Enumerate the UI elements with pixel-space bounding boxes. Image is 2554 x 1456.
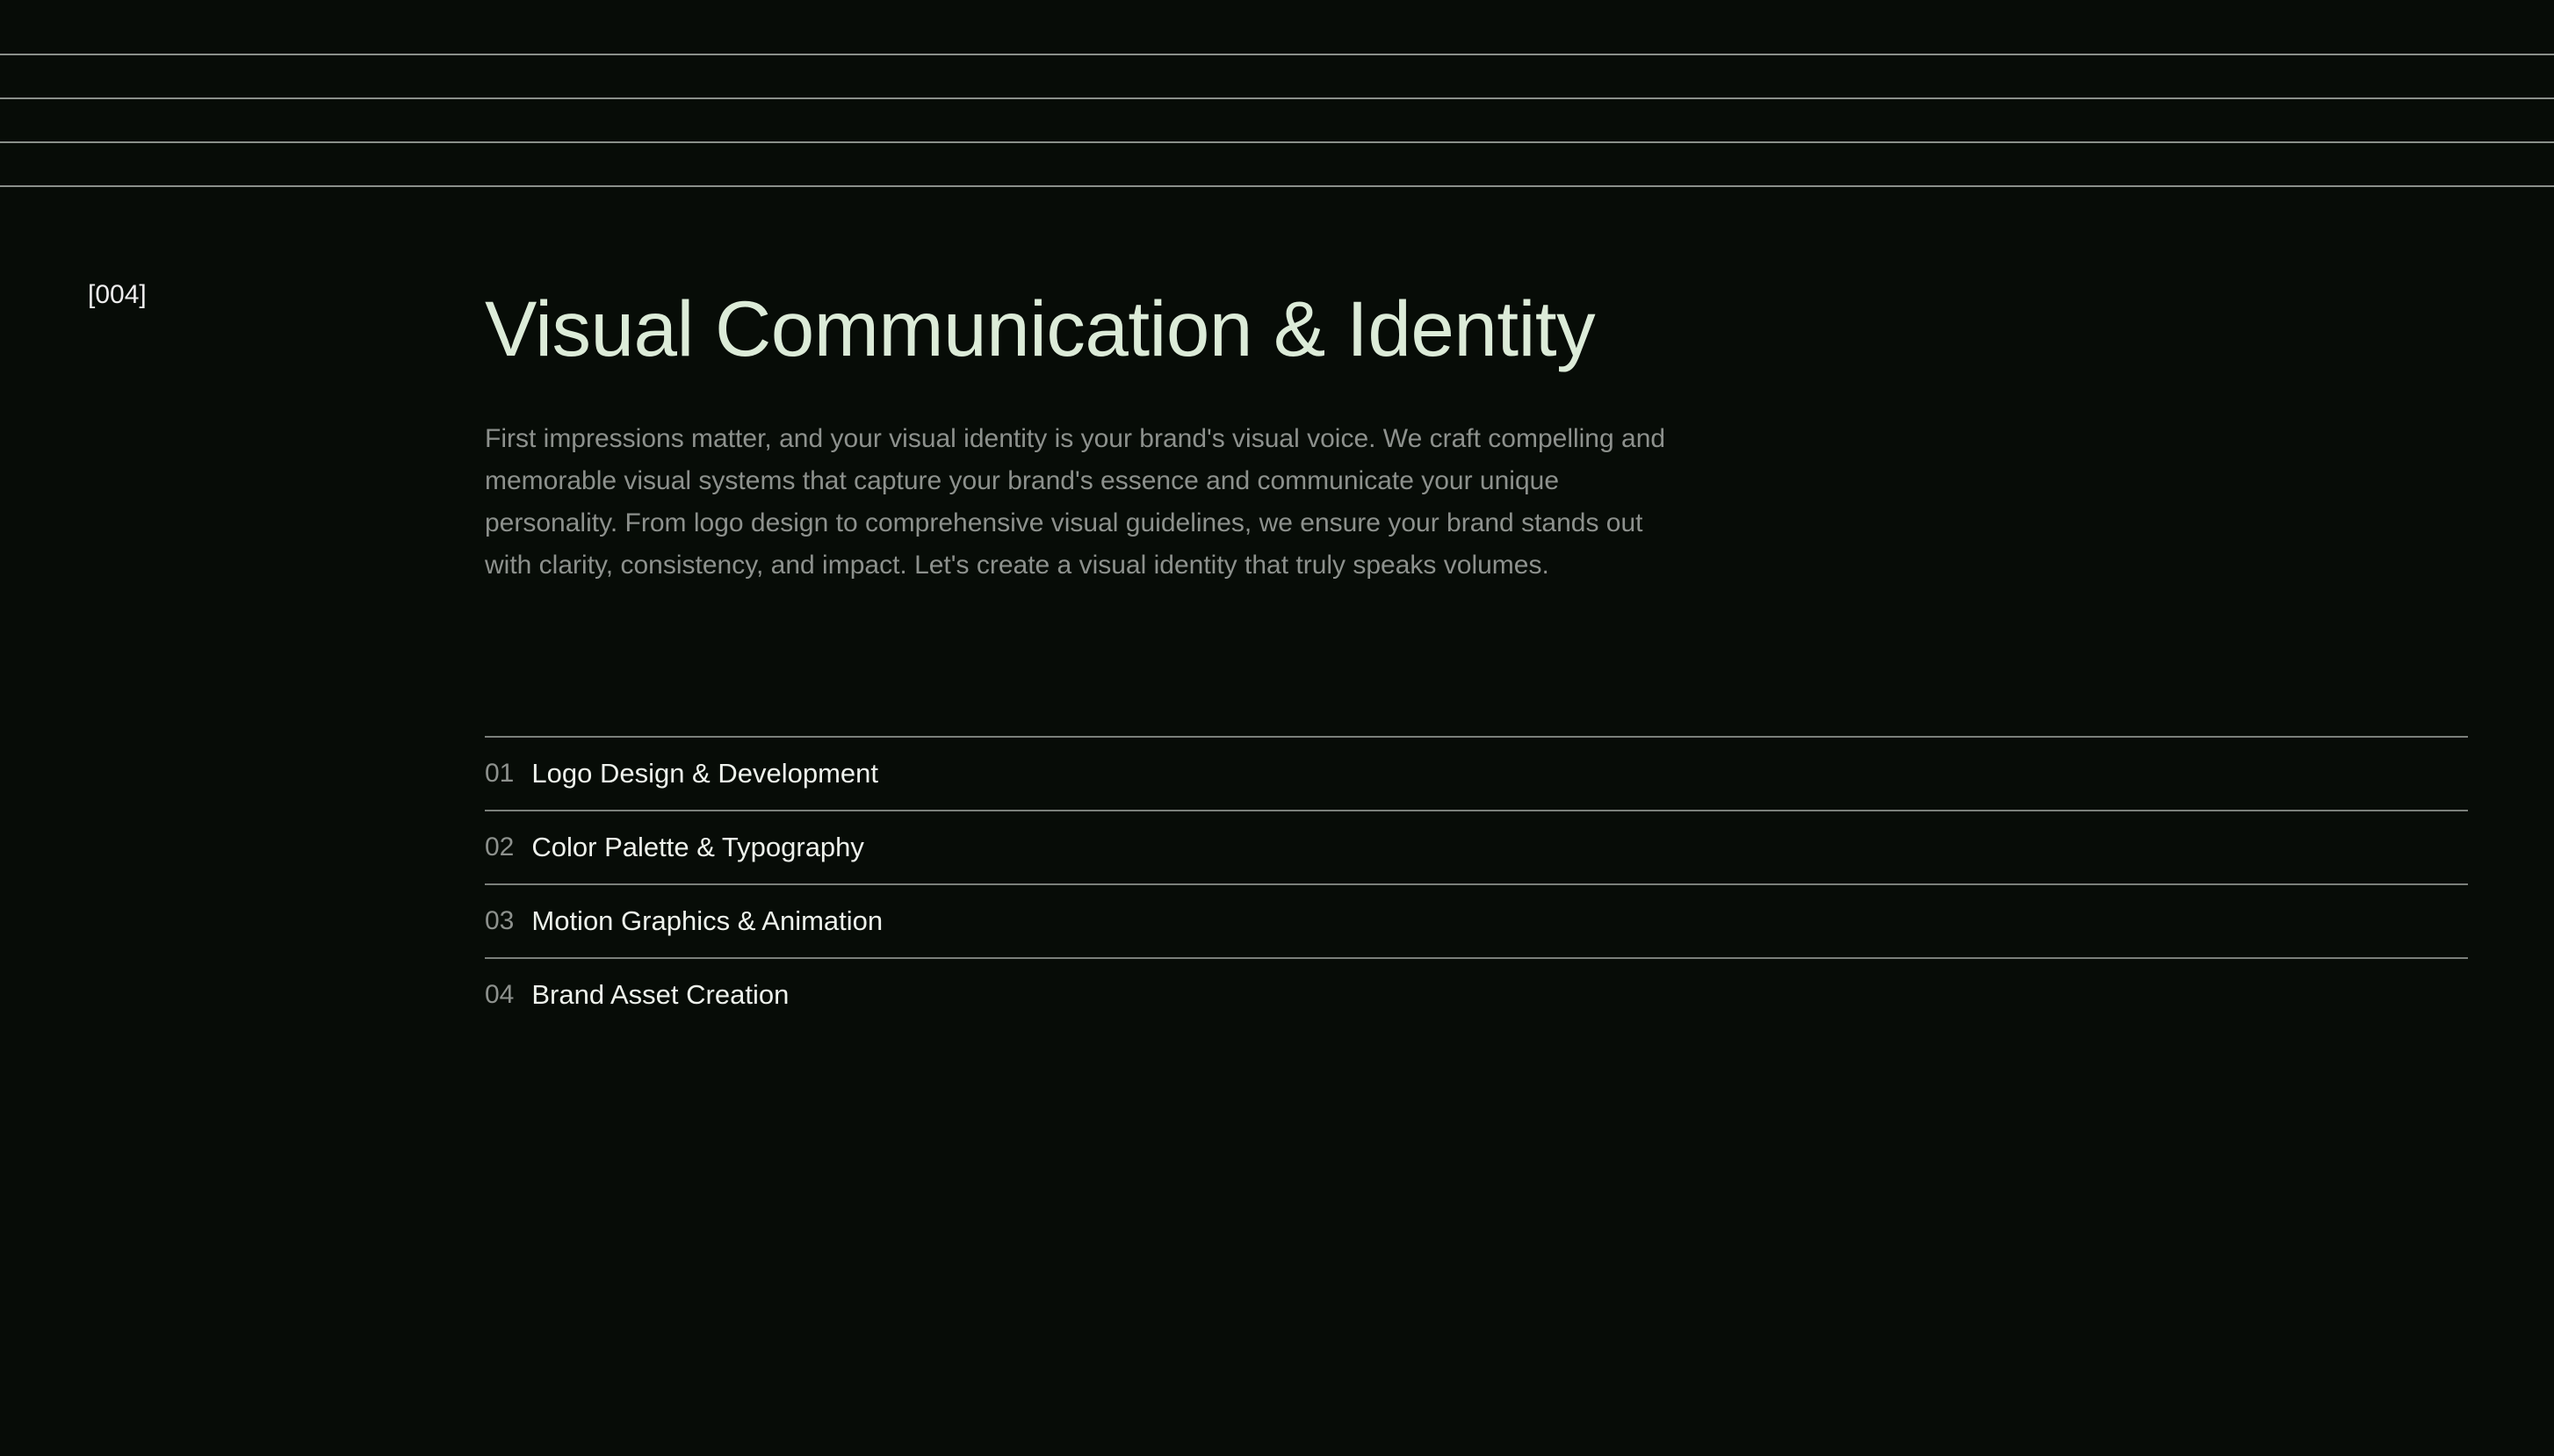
service-label: Motion Graphics & Animation [531,905,884,936]
service-number: 03 [485,906,515,935]
top-divider-line [0,54,2554,55]
service-number: 02 [485,833,515,861]
service-number: 04 [485,980,515,1009]
service-item[interactable]: 02 Color Palette & Typography [485,810,2468,883]
service-label: Brand Asset Creation [531,979,790,1010]
section-number: [004] [88,280,147,309]
service-label: Logo Design & Development [531,758,879,789]
section-description: First impressions matter, and your visua… [485,424,1666,580]
service-item[interactable]: 03 Motion Graphics & Animation [485,883,2468,957]
top-divider-line [0,97,2554,99]
service-item[interactable]: 04 Brand Asset Creation [485,957,2468,1031]
service-item[interactable]: 01 Logo Design & Development [485,736,2468,810]
top-divider-line [0,185,2554,187]
top-divider-line [0,141,2554,143]
section-title: Visual Communication & Identity [485,285,1596,372]
service-number: 01 [485,759,515,788]
service-label: Color Palette & Typography [531,832,864,862]
services-list: 01 Logo Design & Development 02 Color Pa… [485,736,2468,1031]
